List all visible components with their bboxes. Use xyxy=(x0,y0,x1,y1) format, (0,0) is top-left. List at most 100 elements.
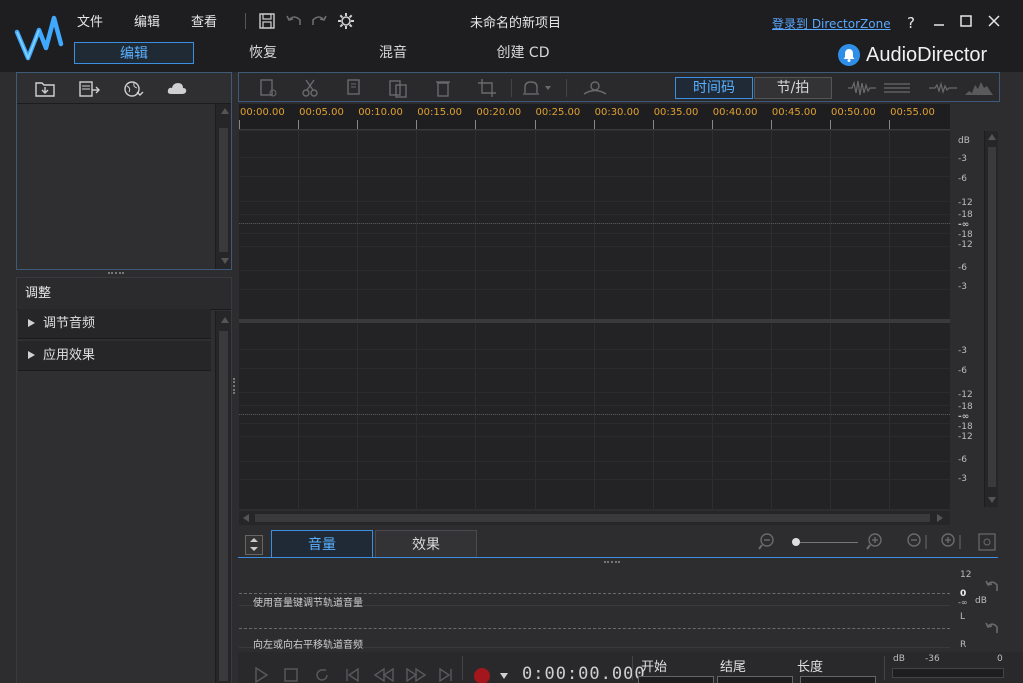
grid-line xyxy=(889,323,891,509)
toolbar-divider xyxy=(566,79,567,97)
timeline-ruler[interactable]: 00:00.00 00:05.00 00:10.00 00:15.00 00:20.00… xyxy=(239,104,950,130)
skip-start-icon[interactable] xyxy=(343,666,361,683)
grid-line xyxy=(239,233,950,234)
scroll-thumb[interactable] xyxy=(219,128,228,252)
menu-edit[interactable]: 编辑 xyxy=(134,11,160,30)
pan-right-label: R xyxy=(960,640,967,650)
scroll-up-icon[interactable] xyxy=(988,134,996,140)
panel-resize-handle[interactable] xyxy=(604,561,620,564)
delete-icon[interactable] xyxy=(432,77,454,99)
record-icon[interactable] xyxy=(474,668,490,683)
beat-mode-button[interactable]: 节/拍 xyxy=(754,77,832,99)
end-time-field[interactable] xyxy=(717,676,793,683)
timecode-mode-button[interactable]: 时间码 xyxy=(675,77,753,99)
repeat-icon[interactable] xyxy=(313,666,331,683)
marker-dropdown-icon[interactable] xyxy=(521,77,555,99)
record-dropdown-icon[interactable] xyxy=(500,673,508,679)
vertical-zoom-in-icon[interactable] xyxy=(938,531,966,553)
stop-icon[interactable] xyxy=(282,666,300,683)
waveform-zoom-icon[interactable] xyxy=(846,77,878,99)
menu-file[interactable]: 文件 xyxy=(77,11,103,30)
ruler-tick-mark xyxy=(593,120,595,129)
export-media-icon[interactable] xyxy=(77,79,101,99)
tab-volume[interactable]: 音量 xyxy=(271,530,373,558)
cut-icon[interactable] xyxy=(299,77,321,99)
paste-icon[interactable] xyxy=(387,77,409,99)
notification-bell-icon[interactable] xyxy=(838,44,860,66)
tab-create-cd[interactable]: 创建 CD xyxy=(478,42,568,64)
scroll-left-icon[interactable] xyxy=(243,514,249,522)
grid-line xyxy=(593,131,595,319)
tab-edit[interactable]: 编辑 xyxy=(74,42,194,64)
tab-underline xyxy=(238,557,998,558)
undo-icon[interactable] xyxy=(285,12,303,30)
scroll-right-icon[interactable] xyxy=(937,514,943,522)
apply-effect-section[interactable]: 应用效果 xyxy=(18,341,211,371)
db-scale-label: -12 xyxy=(958,198,973,208)
pan-envelope-lane[interactable]: 向左或向右平移轨道音频 xyxy=(239,608,950,651)
redo-icon[interactable] xyxy=(310,12,328,30)
adjust-panel-title: 调整 xyxy=(17,278,231,310)
copy-icon[interactable] xyxy=(343,77,365,99)
tab-effects[interactable]: 效果 xyxy=(375,530,477,558)
cloud-icon[interactable] xyxy=(165,79,189,99)
scroll-up-icon[interactable] xyxy=(221,317,229,323)
minimize-button[interactable] xyxy=(930,14,948,32)
play-icon[interactable] xyxy=(252,666,270,683)
pan-line[interactable] xyxy=(239,628,950,629)
zero-line xyxy=(239,414,950,415)
zoom-slider-handle[interactable] xyxy=(792,538,800,546)
meter-minus36-label: -36 xyxy=(925,654,940,664)
voice-icon[interactable] xyxy=(581,77,609,99)
globe-download-icon[interactable] xyxy=(121,79,145,99)
spectral-view-icon[interactable] xyxy=(881,77,913,99)
skip-end-icon[interactable] xyxy=(437,666,455,683)
vertical-zoom-scrollbar[interactable] xyxy=(984,131,998,507)
volume-envelope-lane[interactable]: 使用音量键调节轨道音量 xyxy=(239,566,950,609)
library-scrollbar[interactable] xyxy=(215,104,231,269)
ruler-tick-label: 00:10.00 xyxy=(358,107,403,118)
tab-restore[interactable]: 恢复 xyxy=(218,42,308,64)
collapse-arrows-icon xyxy=(250,538,258,551)
collapse-panel-button[interactable] xyxy=(245,535,263,555)
import-media-icon[interactable] xyxy=(33,79,57,99)
reset-volume-icon[interactable] xyxy=(984,578,1000,594)
zoom-slider[interactable] xyxy=(794,542,858,543)
close-button[interactable] xyxy=(985,14,1003,32)
help-button[interactable]: ? xyxy=(902,14,920,32)
zoom-out-icon[interactable] xyxy=(758,531,782,553)
waveform-channel-left[interactable] xyxy=(239,131,950,319)
adjust-scrollbar[interactable] xyxy=(215,311,231,683)
scroll-thumb[interactable] xyxy=(988,147,996,487)
db-scale-label: -18 xyxy=(958,402,973,412)
waveform-channel-right[interactable] xyxy=(239,323,950,509)
spectrum-display-icon[interactable] xyxy=(963,77,995,99)
wave-display-icon[interactable] xyxy=(927,77,959,99)
vertical-zoom-out-icon[interactable] xyxy=(904,531,932,553)
adjust-audio-section[interactable]: 调节音频 xyxy=(18,309,211,339)
scroll-thumb[interactable] xyxy=(255,514,930,522)
rewind-icon[interactable] xyxy=(373,666,395,683)
menu-view[interactable]: 查看 xyxy=(191,11,217,30)
save-icon[interactable] xyxy=(258,12,276,30)
maximize-icon xyxy=(960,15,972,27)
tab-mix[interactable]: 混音 xyxy=(348,42,438,64)
properties-icon[interactable] xyxy=(257,77,279,99)
length-field[interactable] xyxy=(800,676,876,683)
reset-pan-icon[interactable] xyxy=(984,620,1000,636)
directorzone-login-link[interactable]: 登录到 DirectorZone xyxy=(772,15,891,32)
scroll-down-icon[interactable] xyxy=(988,497,996,503)
vertical-resize-handle[interactable] xyxy=(233,378,236,394)
settings-gear-icon[interactable] xyxy=(337,12,355,30)
scroll-up-icon[interactable] xyxy=(221,108,229,114)
crop-icon[interactable] xyxy=(476,77,498,99)
horizontal-scrollbar[interactable] xyxy=(239,511,950,525)
scroll-down-icon[interactable] xyxy=(221,258,229,264)
start-time-field[interactable] xyxy=(638,676,714,683)
panel-resize-handle[interactable] xyxy=(108,272,124,275)
zoom-in-icon[interactable] xyxy=(866,531,890,553)
scroll-thumb[interactable] xyxy=(219,331,228,681)
maximize-button[interactable] xyxy=(957,14,975,32)
fast-forward-icon[interactable] xyxy=(405,666,427,683)
zoom-fit-icon[interactable] xyxy=(976,531,998,553)
